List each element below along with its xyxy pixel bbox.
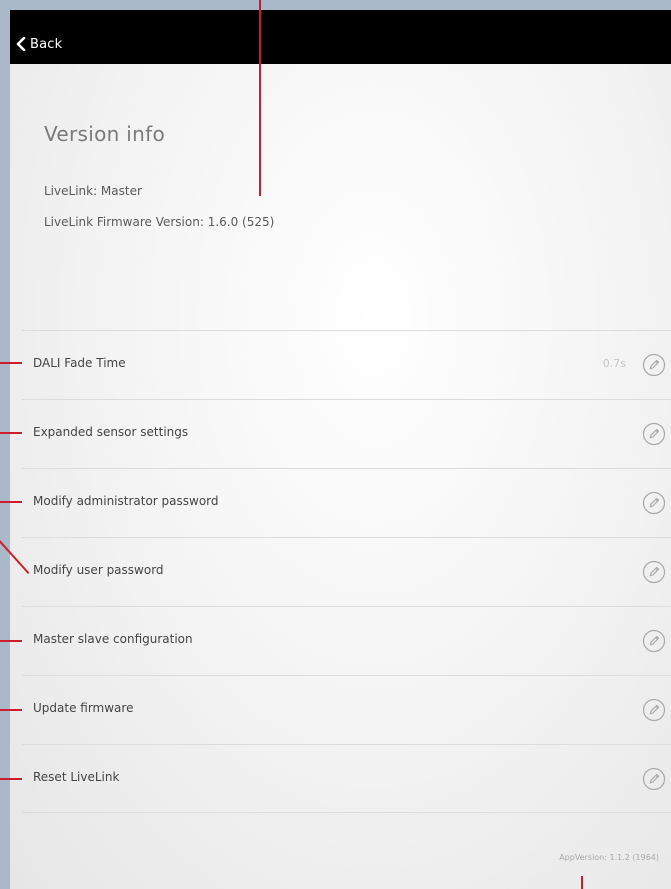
setting-label: Reset LiveLink [33,770,120,784]
back-label: Back [30,36,63,52]
setting-value: 0.7s [602,357,626,370]
firmware-version-text: LiveLink Firmware Version: 1.6.0 (525) [44,215,275,229]
setting-label: Modify administrator password [33,494,219,508]
setting-row-dali-fade-time[interactable]: DALI Fade Time 0.7s [22,330,671,399]
app-screen: Back Version info LiveLink: Master LiveL… [10,10,671,889]
callout-line-master-slave [0,640,22,642]
back-button[interactable]: Back [16,34,62,54]
callout-line-dali [0,362,22,364]
setting-row-expanded-sensor-settings[interactable]: Expanded sensor settings [22,399,671,468]
callout-line-sensor [0,432,22,434]
top-navigation-bar: Back [10,10,671,64]
setting-label: Master slave configuration [33,632,193,646]
livelink-role-text: LiveLink: Master [44,184,142,198]
pencil-edit-icon[interactable] [642,353,666,377]
setting-label: DALI Fade Time [33,356,126,370]
callout-line-top [259,0,261,196]
callout-line-reset [0,778,22,780]
setting-label: Expanded sensor settings [33,425,189,439]
settings-list: DALI Fade Time 0.7s Expanded sensor sett… [22,330,671,813]
pencil-edit-icon[interactable] [642,698,666,722]
setting-row-update-firmware[interactable]: Update firmware [22,675,671,744]
pencil-edit-icon[interactable] [642,422,666,446]
app-version-text: AppVersion: 1.1.2 (1964) [559,853,659,862]
callout-line-firmware [0,709,22,711]
pencil-edit-icon[interactable] [642,767,666,791]
chevron-left-icon [16,37,26,51]
page-title: Version info [44,122,166,146]
callout-line-admin-password [0,501,22,503]
callout-line-app-version [581,876,583,889]
setting-row-modify-user-password[interactable]: Modify user password [22,537,671,606]
setting-label: Modify user password [33,563,164,577]
setting-row-reset-livelink[interactable]: Reset LiveLink [22,744,671,813]
setting-label: Update firmware [33,701,134,715]
pencil-edit-icon[interactable] [642,491,666,515]
setting-row-modify-administrator-password[interactable]: Modify administrator password [22,468,671,537]
setting-row-master-slave-configuration[interactable]: Master slave configuration [22,606,671,675]
pencil-edit-icon[interactable] [642,560,666,584]
pencil-edit-icon[interactable] [642,629,666,653]
